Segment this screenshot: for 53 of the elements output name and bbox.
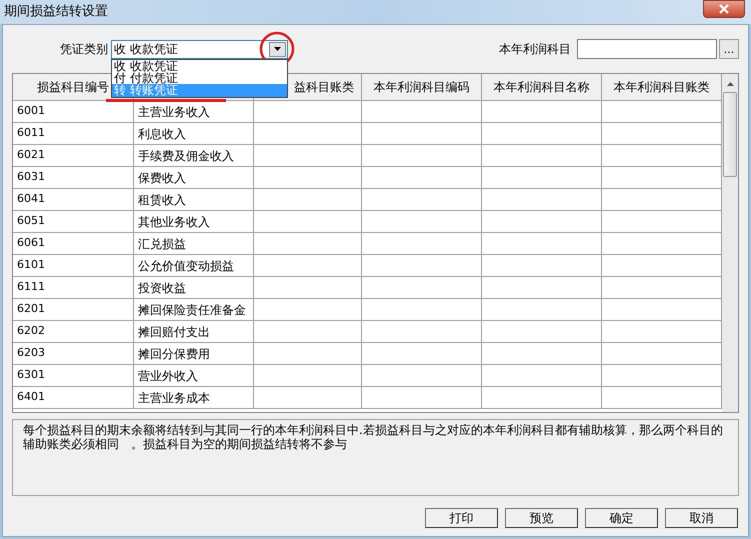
dropdown-arrow-button[interactable]: [269, 42, 286, 56]
table-cell: 营业外收入: [134, 365, 254, 386]
table-cell: 6061: [13, 233, 134, 254]
table-cell: 汇兑损益: [134, 233, 254, 254]
table-cell: 6001: [13, 101, 134, 122]
table-cell: 6101: [13, 255, 134, 276]
dropdown-option[interactable]: 收 收款凭证: [112, 60, 287, 72]
dialog-button[interactable]: 确定: [585, 508, 658, 528]
table-cell: 6401: [13, 387, 134, 408]
column-header: 本年利润科目名称: [494, 79, 590, 96]
table-cell: 6041: [13, 189, 134, 210]
table-cell: 摊回分保费用: [134, 343, 254, 364]
table-cell: 主营业务收入: [134, 101, 254, 122]
browse-button[interactable]: ...: [719, 39, 739, 59]
profit-account-label: 本年利润科目: [499, 41, 571, 58]
table-cell: 利息收入: [134, 123, 254, 144]
scroll-up-icon: [726, 82, 734, 86]
info-text: 每个损益科目的期末余额将结转到与其同一行的本年利润科目中.若损益科目与之对应的本年利润科目都有辅助核算，那么两个科目的辅助账类必须相同 。损益科目为空的期间损益结转将不参与: [23, 423, 724, 451]
dialog-button[interactable]: 取消: [665, 508, 738, 528]
caret-icon: [274, 47, 281, 51]
close-icon: [719, 4, 729, 14]
voucher-type-dropdown[interactable]: 收 收款凭证: [111, 40, 288, 58]
table-cell: 6011: [13, 123, 134, 144]
column-header: 益科目账类: [294, 79, 354, 96]
table-cell: 保费收入: [134, 167, 254, 188]
table-cell: 6111: [13, 277, 134, 298]
table-cell: 主营业务成本: [134, 387, 254, 408]
table-cell: 其他业务收入: [134, 211, 254, 232]
table-cell: 投资收益: [134, 277, 254, 298]
dialog-button[interactable]: 打印: [425, 508, 498, 528]
table-cell: 6301: [13, 365, 134, 386]
table-cell: 租赁收入: [134, 189, 254, 210]
dropdown-value: 收 收款凭证: [114, 41, 178, 58]
table-cell: 6021: [13, 145, 134, 166]
column-header: 本年利润科目账类: [614, 79, 710, 96]
dropdown-option[interactable]: 付 付款凭证: [112, 72, 287, 84]
dialog-button[interactable]: 预览: [505, 508, 578, 528]
column-header: 本年利润科目编码: [374, 79, 470, 96]
table-cell: 6051: [13, 211, 134, 232]
table-cell: 摊回赔付支出: [134, 321, 254, 342]
voucher-type-label: 凭证类别: [60, 41, 108, 58]
table-cell: 6203: [13, 343, 134, 364]
window-title: 期间损益结转设置: [4, 3, 108, 22]
vertical-scrollbar[interactable]: [722, 74, 738, 412]
column-header: 损益科目编号: [37, 79, 109, 96]
table-cell: 摊回保险责任准备金: [134, 299, 254, 320]
table-cell: 手续费及佣金收入: [134, 145, 254, 166]
table-cell: 公允价值变动损益: [134, 255, 254, 276]
table-cell: 6201: [13, 299, 134, 320]
table-cell: 6031: [13, 167, 134, 188]
profit-account-field[interactable]: [577, 39, 717, 59]
table-cell: 6202: [13, 321, 134, 342]
close-button[interactable]: [703, 0, 745, 18]
